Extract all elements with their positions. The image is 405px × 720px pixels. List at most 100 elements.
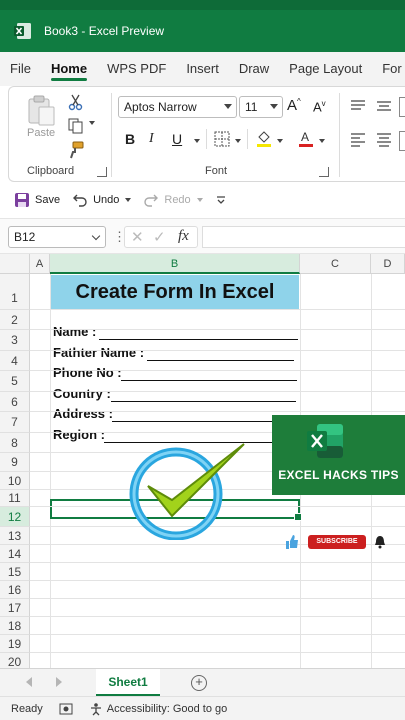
font-name-value: Aptos Narrow — [124, 100, 197, 114]
row-header-4[interactable]: 4 — [0, 351, 30, 371]
tab-insert[interactable]: Insert — [176, 52, 229, 86]
underline-button[interactable]: U — [172, 131, 182, 147]
bold-button[interactable]: B — [125, 131, 135, 147]
underline-dropdown-icon[interactable] — [194, 139, 200, 143]
row-header-15[interactable]: 15 — [0, 563, 30, 581]
tab-home[interactable]: Home — [41, 52, 97, 86]
thumbs-up-icon[interactable] — [284, 534, 300, 550]
form-label-name[interactable]: Name : — [53, 324, 96, 339]
align-left-icon[interactable] — [349, 131, 367, 149]
decrease-font-icon[interactable]: Av — [313, 99, 326, 114]
row-header-11[interactable]: 11 — [0, 490, 30, 507]
form-heading-cell[interactable]: Create Form In Excel — [51, 275, 299, 309]
font-size-dropdown[interactable]: 11 — [239, 96, 283, 118]
enter-icon[interactable]: ✓ — [153, 228, 166, 246]
format-painter-icon[interactable] — [67, 141, 85, 159]
redo-button[interactable]: Redo — [143, 192, 203, 208]
row-header-6[interactable]: 6 — [0, 392, 30, 412]
clipboard-launcher-icon[interactable] — [97, 167, 107, 177]
align-middle-icon[interactable] — [375, 97, 393, 115]
tab-page-layout[interactable]: Page Layout — [279, 52, 372, 86]
row-gridline — [30, 370, 405, 371]
form-label-father-name[interactable]: Fathter Name : — [53, 345, 144, 360]
redo-label: Redo — [164, 194, 191, 206]
row-gridline — [30, 616, 405, 617]
row-header-7[interactable]: 7 — [0, 412, 30, 433]
insert-function-button[interactable]: fx — [178, 228, 189, 245]
row-header-3[interactable]: 3 — [0, 330, 30, 351]
next-sheet-icon[interactable] — [56, 677, 62, 687]
align-top-icon[interactable] — [349, 97, 367, 115]
customize-icon — [216, 196, 225, 204]
accessibility-icon[interactable] — [89, 702, 103, 716]
row-header-14[interactable]: 14 — [0, 545, 30, 563]
column-header-d[interactable]: D — [371, 254, 405, 274]
form-label-region[interactable]: Region : — [53, 427, 105, 442]
increase-font-icon[interactable]: A^ — [287, 97, 301, 114]
customize-qat-button[interactable] — [215, 194, 227, 206]
window-title: Book3 - Excel Preview — [44, 24, 165, 38]
row-header-16[interactable]: 16 — [0, 581, 30, 599]
formula-input[interactable] — [202, 226, 405, 248]
tab-file[interactable]: File — [0, 52, 41, 86]
row-header-1[interactable]: 1 — [0, 274, 30, 310]
row-gridline — [30, 391, 405, 392]
column-header-b[interactable]: B — [50, 254, 300, 274]
font-color-icon[interactable]: A — [297, 129, 315, 147]
group-separator — [206, 129, 207, 149]
borders-icon[interactable] — [213, 130, 231, 148]
add-sheet-icon[interactable]: + — [191, 675, 207, 691]
status-accessibility[interactable]: Accessibility: Good to go — [107, 703, 227, 715]
row-header-8[interactable]: 8 — [0, 433, 30, 453]
sheet-tab-sheet1[interactable]: Sheet1 — [96, 669, 160, 697]
copy-dropdown-icon[interactable] — [89, 121, 95, 125]
row-header-19[interactable]: 19 — [0, 635, 30, 653]
row-header-5[interactable]: 5 — [0, 371, 30, 392]
font-color-dropdown-icon[interactable] — [319, 139, 325, 143]
tab-formulas[interactable]: For — [372, 52, 405, 86]
row-header-9[interactable]: 9 — [0, 453, 30, 472]
row-header-17[interactable]: 17 — [0, 599, 30, 617]
paste-icon[interactable] — [27, 95, 57, 127]
subscribe-button[interactable]: SUBSCRIBE — [308, 535, 366, 549]
row-header-12[interactable]: 12 — [0, 507, 30, 527]
macro-record-icon[interactable] — [59, 703, 73, 715]
row-header-20[interactable]: 20 — [0, 653, 30, 668]
font-launcher-icon[interactable] — [319, 167, 329, 177]
undo-dropdown-icon[interactable] — [125, 198, 132, 202]
merge-icon[interactable] — [399, 131, 405, 151]
italic-button[interactable]: I — [149, 131, 154, 147]
tab-draw[interactable]: Draw — [229, 52, 279, 86]
redo-dropdown-icon[interactable] — [196, 198, 203, 202]
align-center-icon[interactable] — [375, 131, 393, 149]
fill-color-icon[interactable] — [255, 129, 273, 147]
form-label-country[interactable]: Country : — [53, 386, 111, 401]
wrap-text-icon[interactable] — [399, 97, 405, 117]
cut-icon[interactable] — [67, 93, 85, 111]
prev-sheet-icon[interactable] — [26, 677, 32, 687]
row-gridline — [30, 350, 405, 351]
borders-dropdown-icon[interactable] — [235, 139, 241, 143]
row-gridline — [30, 562, 405, 563]
save-button[interactable]: Save — [0, 192, 60, 208]
row-header-2[interactable]: 2 — [0, 310, 30, 330]
select-all-corner[interactable] — [0, 254, 30, 274]
form-underline — [99, 339, 298, 340]
excel-app-icon — [14, 23, 31, 39]
ribbon-tabs: File Home WPS PDF Insert Draw Page Layou… — [0, 52, 405, 86]
name-box[interactable]: B12 — [8, 226, 106, 248]
copy-icon[interactable] — [67, 117, 85, 135]
cancel-icon[interactable]: ✕ — [131, 228, 144, 246]
form-label-address[interactable]: Address : — [53, 406, 113, 421]
bell-icon[interactable] — [374, 535, 386, 549]
row-header-18[interactable]: 18 — [0, 617, 30, 635]
column-header-a[interactable]: A — [30, 254, 50, 274]
form-label-phone[interactable]: Phone No : — [53, 365, 122, 380]
row-header-10[interactable]: 10 — [0, 472, 30, 490]
tab-wps-pdf[interactable]: WPS PDF — [97, 52, 176, 86]
fill-color-dropdown-icon[interactable] — [277, 139, 283, 143]
font-name-dropdown[interactable]: Aptos Narrow — [118, 96, 237, 118]
undo-button[interactable]: Undo — [72, 192, 132, 208]
row-header-13[interactable]: 13 — [0, 527, 30, 545]
column-header-c[interactable]: C — [300, 254, 371, 274]
